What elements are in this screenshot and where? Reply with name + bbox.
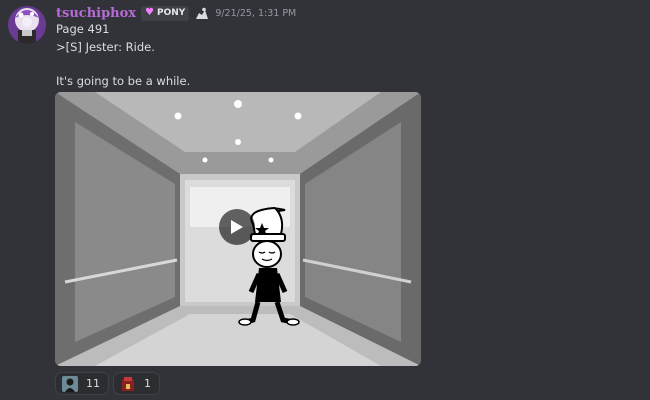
play-button[interactable] [219, 209, 255, 245]
avatar[interactable] [8, 6, 46, 44]
reaction-red-box[interactable]: 1 [113, 372, 160, 395]
play-icon [231, 220, 243, 234]
dark-figure-emoji [62, 375, 78, 392]
message-header: tsuchiphox ♥ PONY 9/21/25, 1:31 PM [56, 4, 296, 22]
message-line-3: It's going to be a while. [56, 74, 191, 88]
reaction-dark-figure[interactable]: 11 [55, 372, 109, 395]
guild-tag[interactable]: ♥ PONY [141, 5, 190, 21]
heart-icon: ♥ [145, 7, 155, 18]
timestamp: 9/21/25, 1:31 PM [215, 7, 297, 19]
video-embed[interactable] [55, 92, 421, 366]
username[interactable]: tsuchiphox [56, 6, 136, 21]
reaction-count: 11 [86, 377, 100, 390]
reactions-bar: 11 1 [55, 372, 160, 395]
reaction-count: 1 [144, 377, 151, 390]
red-box-emoji [120, 376, 136, 392]
message-line-2: >[S] Jester: Ride. [56, 40, 155, 54]
message-line-1: Page 491 [56, 22, 110, 36]
rider-icon [194, 6, 210, 20]
guild-tag-label: PONY [157, 8, 186, 18]
